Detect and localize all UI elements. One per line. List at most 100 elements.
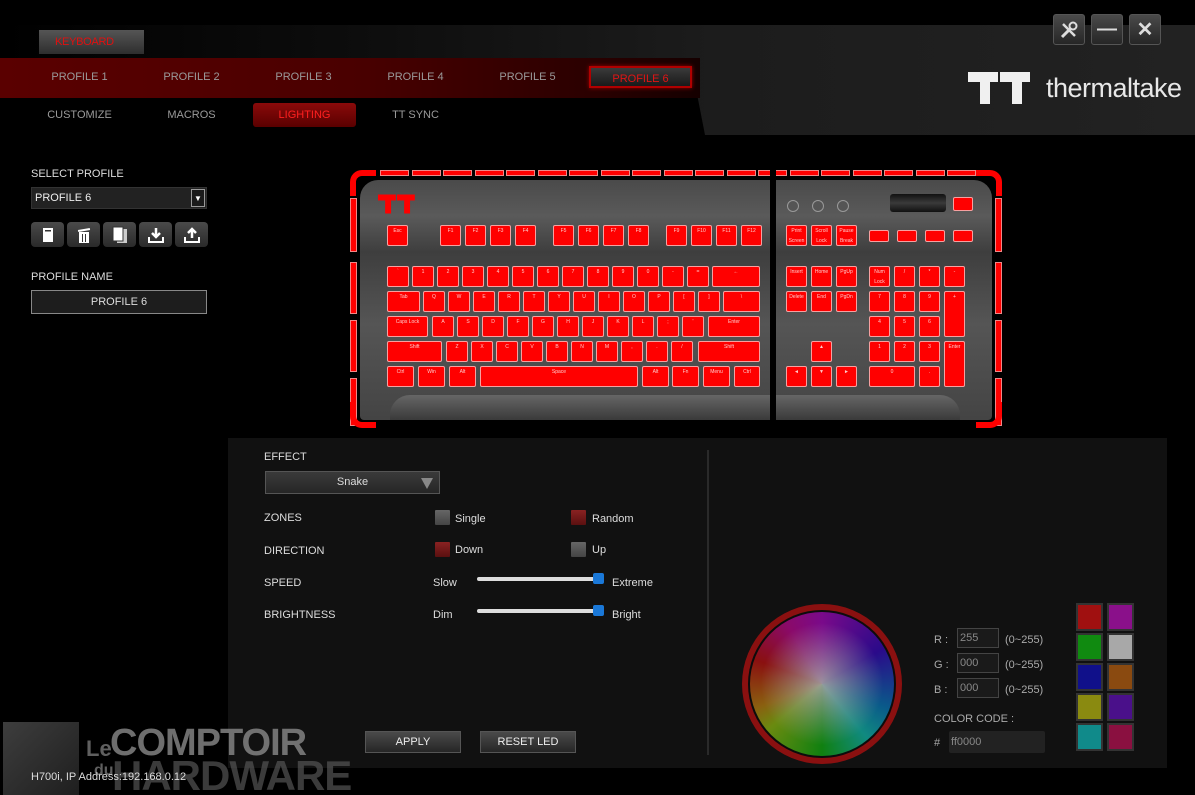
- key[interactable]: K: [607, 316, 629, 337]
- led-strip-segment[interactable]: [474, 170, 504, 176]
- minimize-button[interactable]: —: [1091, 14, 1123, 45]
- key[interactable]: 5: [894, 316, 915, 337]
- color-swatch[interactable]: [1076, 693, 1103, 721]
- led-strip-segment[interactable]: [506, 170, 535, 176]
- key[interactable]: Z: [446, 341, 468, 362]
- key[interactable]: 9: [919, 291, 940, 312]
- r-input[interactable]: 255: [957, 628, 999, 648]
- key[interactable]: C: [496, 341, 518, 362]
- led-strip-segment[interactable]: [995, 262, 1002, 314]
- key[interactable]: Enter: [708, 316, 760, 337]
- key[interactable]: Delete: [786, 291, 807, 312]
- key[interactable]: .: [646, 341, 668, 362]
- key[interactable]: Ctrl: [387, 366, 414, 387]
- zones-random-checkbox[interactable]: [571, 510, 586, 525]
- led-corner[interactable]: [350, 402, 376, 428]
- key[interactable]: 0: [869, 366, 915, 387]
- key[interactable]: W: [448, 291, 470, 312]
- tab-customize[interactable]: CUSTOMIZE: [28, 103, 131, 127]
- key[interactable]: 6: [537, 266, 559, 287]
- color-swatch[interactable]: [1076, 723, 1103, 751]
- key[interactable]: -: [662, 266, 684, 287]
- key[interactable]: PgDn: [836, 291, 857, 312]
- key[interactable]: R: [498, 291, 520, 312]
- key[interactable]: .: [919, 366, 940, 387]
- apply-button[interactable]: APPLY: [365, 731, 461, 753]
- key[interactable]: Menu: [703, 366, 730, 387]
- direction-up-checkbox[interactable]: [571, 542, 586, 557]
- led-strip-segment[interactable]: [380, 170, 409, 176]
- color-swatch[interactable]: [1107, 603, 1134, 631]
- copy-profile-button[interactable]: [103, 222, 136, 247]
- key[interactable]: L: [632, 316, 654, 337]
- key[interactable]: 6: [919, 316, 940, 337]
- key[interactable]: 4: [487, 266, 509, 287]
- key[interactable]: A: [432, 316, 454, 337]
- key[interactable]: M: [596, 341, 618, 362]
- key[interactable]: F9: [666, 225, 687, 246]
- key[interactable]: G: [532, 316, 554, 337]
- color-code-input[interactable]: ff0000: [949, 731, 1045, 753]
- key[interactable]: F2: [465, 225, 486, 246]
- settings-button[interactable]: [1053, 14, 1085, 45]
- key[interactable]: F1: [440, 225, 461, 246]
- tab-profile-3[interactable]: PROFILE 3: [252, 66, 355, 88]
- color-swatch[interactable]: [1076, 603, 1103, 631]
- key[interactable]: Ctrl: [734, 366, 760, 387]
- key[interactable]: End: [811, 291, 832, 312]
- key[interactable]: ': [682, 316, 704, 337]
- color-swatch[interactable]: [1107, 693, 1134, 721]
- led-strip-segment[interactable]: [443, 170, 472, 176]
- color-swatch[interactable]: [1107, 723, 1134, 751]
- key[interactable]: H: [557, 316, 579, 337]
- tab-lighting[interactable]: LIGHTING: [253, 103, 356, 127]
- profile-name-input[interactable]: PROFILE 6: [31, 290, 207, 314]
- led-strip-segment[interactable]: [411, 170, 441, 176]
- key[interactable]: =: [687, 266, 709, 287]
- led-strip-segment[interactable]: [632, 170, 661, 176]
- key[interactable]: E: [473, 291, 495, 312]
- import-profile-button[interactable]: [139, 222, 172, 247]
- key[interactable]: 4: [869, 316, 890, 337]
- brightness-slider-thumb[interactable]: [593, 605, 604, 616]
- key[interactable]: D: [482, 316, 504, 337]
- key[interactable]: O: [623, 291, 645, 312]
- led-strip-segment[interactable]: [789, 170, 819, 176]
- key[interactable]: ,: [621, 341, 643, 362]
- delete-profile-button[interactable]: [67, 222, 100, 247]
- key[interactable]: 3: [462, 266, 484, 287]
- key[interactable]: Num Lock: [869, 266, 890, 287]
- key[interactable]: F12: [741, 225, 762, 246]
- key[interactable]: ►: [836, 366, 857, 387]
- tab-profile-2[interactable]: PROFILE 2: [140, 66, 243, 88]
- key[interactable]: /: [671, 341, 693, 362]
- color-swatch[interactable]: [1107, 633, 1134, 661]
- close-button[interactable]: ✕: [1129, 14, 1161, 45]
- brightness-slider[interactable]: [477, 605, 604, 616]
- key[interactable]: Scroll Lock: [811, 225, 832, 246]
- key[interactable]: Enter: [944, 341, 965, 387]
- key[interactable]: X: [471, 341, 493, 362]
- key[interactable]: N: [571, 341, 593, 362]
- key[interactable]: ◄: [786, 366, 807, 387]
- tab-tt-sync[interactable]: TT SYNC: [364, 103, 467, 127]
- key[interactable]: F7: [603, 225, 624, 246]
- led-corner[interactable]: [976, 170, 1002, 196]
- key[interactable]: 8: [894, 291, 915, 312]
- key[interactable]: 7: [562, 266, 584, 287]
- key[interactable]: +: [944, 291, 965, 337]
- led-strip-segment[interactable]: [569, 170, 598, 176]
- led-corner[interactable]: [976, 402, 1002, 428]
- key[interactable]: ]: [698, 291, 720, 312]
- key[interactable]: PgUp: [836, 266, 857, 287]
- b-input[interactable]: 000: [957, 678, 999, 698]
- key[interactable]: /: [894, 266, 915, 287]
- key[interactable]: ▲: [811, 341, 832, 362]
- key[interactable]: F4: [515, 225, 536, 246]
- tab-profile-1[interactable]: PROFILE 1: [28, 66, 131, 88]
- key[interactable]: [897, 230, 917, 242]
- key[interactable]: Caps Lock: [387, 316, 428, 337]
- led-strip-segment[interactable]: [915, 170, 945, 176]
- key[interactable]: F: [507, 316, 529, 337]
- key[interactable]: Space: [480, 366, 638, 387]
